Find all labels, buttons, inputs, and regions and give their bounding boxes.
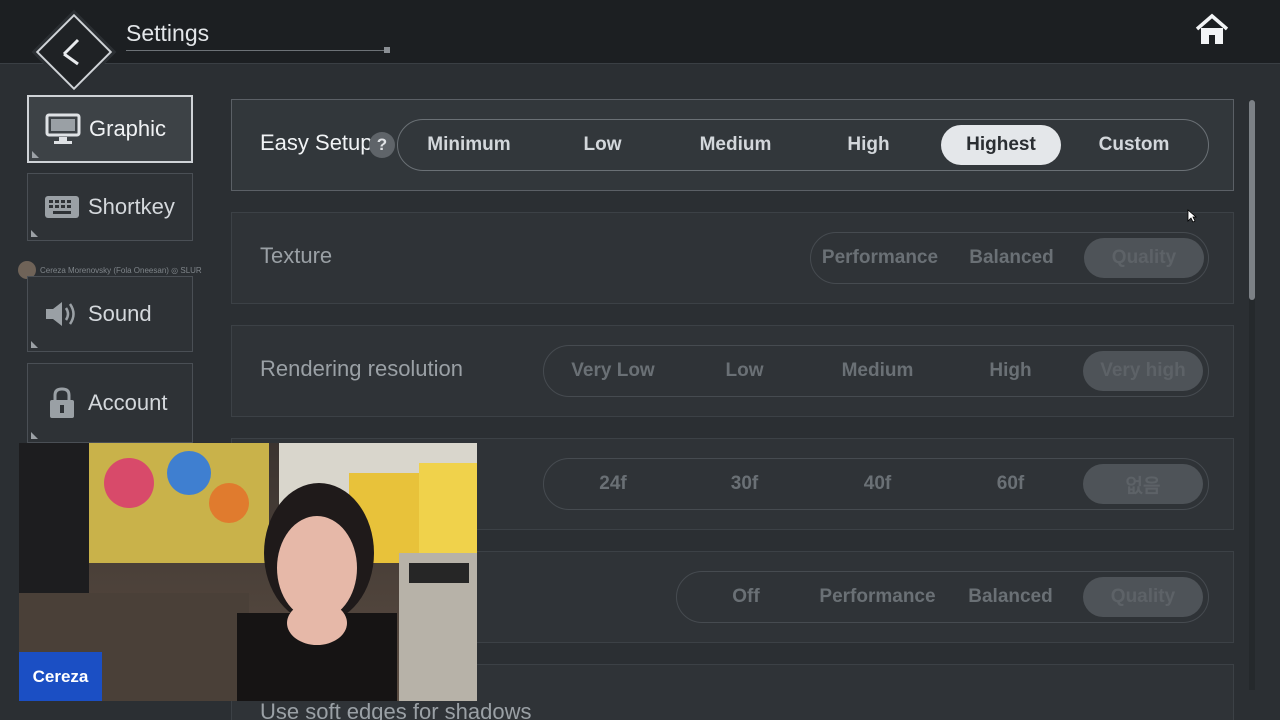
corner-mark bbox=[31, 341, 38, 348]
monitor-icon bbox=[43, 113, 83, 145]
option-high[interactable]: High bbox=[802, 125, 935, 165]
fourth-setting-selector: Off Performance Balanced Quality bbox=[676, 571, 1209, 623]
option-custom[interactable]: Custom bbox=[1067, 125, 1201, 165]
sidebar-item-label: Shortkey bbox=[88, 194, 175, 219]
setting-label: Rendering resolution bbox=[260, 356, 464, 381]
option-performance[interactable]: Performance bbox=[811, 577, 944, 617]
option-quality[interactable]: Quality bbox=[1084, 238, 1204, 278]
lock-icon bbox=[42, 386, 82, 420]
option-60f[interactable]: 60f bbox=[944, 464, 1077, 504]
setting-label: Texture bbox=[260, 243, 333, 268]
sidebar-item-sound[interactable]: Sound bbox=[27, 276, 193, 352]
sidebar-item-shortkey[interactable]: Shortkey bbox=[27, 173, 193, 241]
page-title: Settings bbox=[126, 20, 210, 46]
option-unlimited[interactable]: 없음 bbox=[1083, 464, 1203, 504]
home-icon[interactable] bbox=[1194, 12, 1230, 48]
corner-mark bbox=[31, 432, 38, 439]
sidebar-item-account[interactable]: Account bbox=[27, 363, 193, 443]
option-quality[interactable]: Quality bbox=[1083, 577, 1203, 617]
option-minimum[interactable]: Minimum bbox=[402, 125, 536, 165]
sidebar-item-graphic[interactable]: Graphic bbox=[27, 95, 193, 163]
setting-row-texture: Texture Performance Balanced Quality bbox=[231, 212, 1234, 304]
option-low[interactable]: Low bbox=[678, 351, 811, 391]
sidebar-item-label: Graphic bbox=[89, 116, 167, 141]
back-arrow-icon bbox=[62, 38, 80, 66]
option-high[interactable]: High bbox=[944, 351, 1077, 391]
scrollbar-thumb[interactable] bbox=[1249, 100, 1255, 300]
frame-rate-selector: 24f 30f 40f 60f 없음 bbox=[543, 458, 1209, 510]
option-40f[interactable]: 40f bbox=[811, 464, 944, 504]
back-button[interactable] bbox=[35, 13, 113, 91]
texture-selector: Performance Balanced Quality bbox=[810, 232, 1209, 284]
top-bar: Settings bbox=[0, 0, 1280, 91]
setting-row-easy-setup: Easy Setup ? Minimum Low Medium High Hig… bbox=[231, 99, 1234, 191]
option-very-low[interactable]: Very Low bbox=[548, 351, 678, 391]
mouse-cursor-icon bbox=[1187, 209, 1197, 223]
option-24f[interactable]: 24f bbox=[548, 464, 678, 504]
setting-row-rendering-resolution: Rendering resolution Very Low Low Medium… bbox=[231, 325, 1234, 417]
title-underline bbox=[126, 47, 390, 53]
option-off[interactable]: Off bbox=[681, 577, 811, 617]
setting-label: Easy Setup bbox=[260, 130, 373, 155]
option-highest[interactable]: Highest bbox=[941, 125, 1061, 165]
setting-label: Use soft edges for shadows bbox=[260, 699, 532, 720]
sidebar-item-label: Sound bbox=[88, 301, 152, 326]
option-medium[interactable]: Medium bbox=[811, 351, 944, 391]
option-balanced[interactable]: Balanced bbox=[944, 577, 1077, 617]
easy-setup-selector: Minimum Low Medium High Highest Custom bbox=[397, 119, 1209, 171]
caption-text: Cereza Morenovsky (Fola Oneesan) ◎ SLUR bbox=[40, 265, 202, 275]
speaker-icon bbox=[42, 299, 82, 329]
option-performance[interactable]: Performance bbox=[815, 238, 945, 278]
webcam-name-badge: Cereza bbox=[19, 652, 102, 701]
sidebar-item-label: Account bbox=[88, 390, 168, 415]
option-30f[interactable]: 30f bbox=[678, 464, 811, 504]
corner-mark bbox=[31, 230, 38, 237]
option-very-high[interactable]: Very high bbox=[1083, 351, 1203, 391]
rendering-resolution-selector: Very Low Low Medium High Very high bbox=[543, 345, 1209, 397]
option-balanced[interactable]: Balanced bbox=[945, 238, 1078, 278]
option-medium[interactable]: Medium bbox=[669, 125, 802, 165]
help-icon[interactable]: ? bbox=[369, 132, 395, 158]
option-low[interactable]: Low bbox=[536, 125, 669, 165]
corner-mark bbox=[32, 151, 39, 158]
keyboard-icon bbox=[42, 194, 82, 220]
